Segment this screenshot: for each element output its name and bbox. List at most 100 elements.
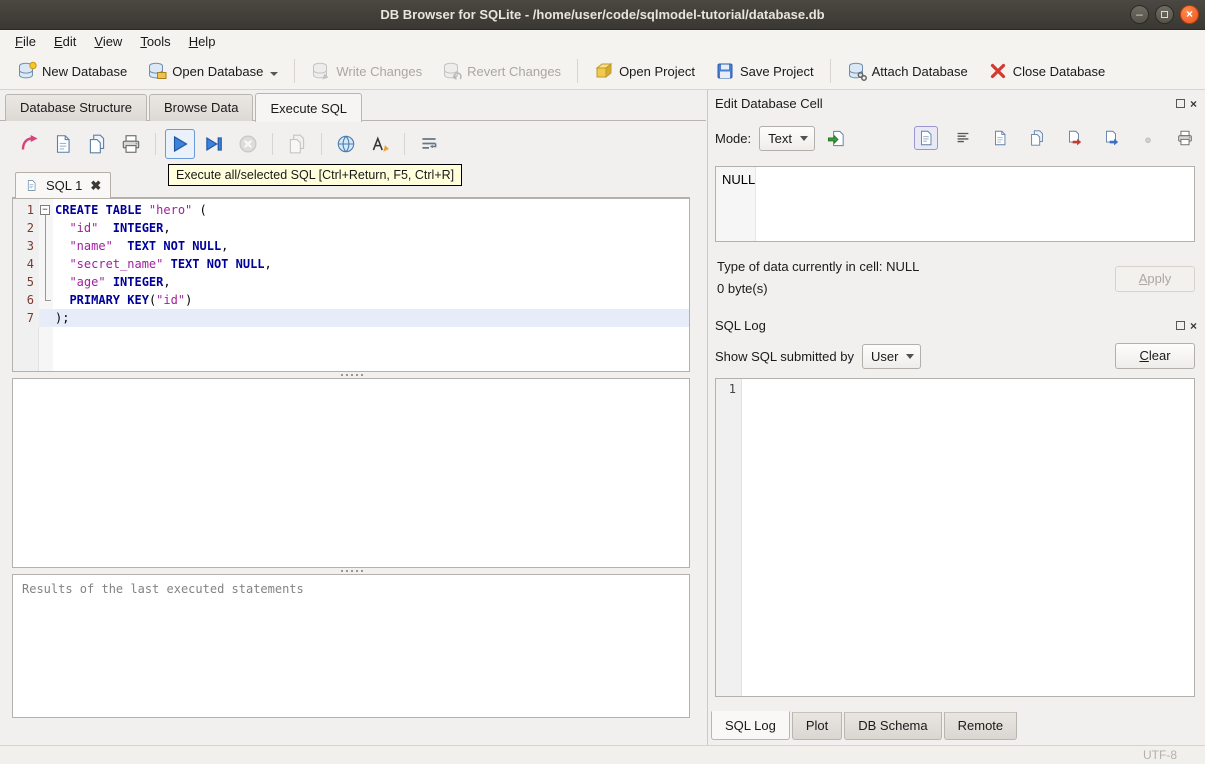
toolbar-separator bbox=[404, 133, 405, 155]
editor-line-2[interactable]: 2 "id" INTEGER, bbox=[13, 218, 689, 238]
write-changes-icon bbox=[311, 61, 331, 81]
menu-edit[interactable]: Edit bbox=[45, 31, 85, 52]
execute-all-button[interactable] bbox=[165, 129, 195, 159]
editor-line-3[interactable]: 3 "name" TEXT NOT NULL, bbox=[13, 236, 689, 256]
save-project-button[interactable]: Save Project bbox=[706, 56, 823, 86]
execute-current-line-button[interactable] bbox=[199, 129, 229, 159]
save-sql-file-as-button[interactable] bbox=[82, 129, 112, 159]
dock-close-icon[interactable]: × bbox=[1190, 320, 1197, 332]
dock-close-icon[interactable]: × bbox=[1190, 98, 1197, 110]
text-mode-icon bbox=[917, 129, 935, 147]
window-title: DB Browser for SQLite - /home/user/code/… bbox=[380, 7, 825, 22]
fold-guide bbox=[39, 309, 53, 327]
cell-type-info: Type of data currently in cell: NULL bbox=[717, 259, 920, 274]
dock-tab-db-schema[interactable]: DB Schema bbox=[844, 712, 942, 740]
tab-execute-sql[interactable]: Execute SQL bbox=[255, 93, 363, 122]
sql-tab-close-icon[interactable]: ✖ bbox=[90, 179, 101, 192]
editor-line-5[interactable]: 5 "age" INTEGER, bbox=[13, 272, 689, 292]
cell-size-info: 0 byte(s) bbox=[717, 281, 768, 296]
results-placeholder: Results of the last executed statements bbox=[22, 582, 304, 596]
sql-log-header: SQL Log × bbox=[715, 318, 1197, 333]
save-results-button bbox=[282, 129, 312, 159]
editor-line-4[interactable]: 4 "secret_name" TEXT NOT NULL, bbox=[13, 254, 689, 274]
sql-log-title: SQL Log bbox=[715, 318, 766, 333]
cell-editor[interactable]: NULL bbox=[715, 166, 1195, 242]
submitter-value: User bbox=[870, 348, 899, 364]
save-sql-file-icon bbox=[52, 133, 74, 155]
tab-database-structure[interactable]: Database Structure bbox=[5, 94, 148, 121]
import-data-button[interactable] bbox=[823, 125, 850, 152]
editor-line-6[interactable]: 6 PRIMARY KEY("id") bbox=[13, 290, 689, 309]
menu-tools[interactable]: Tools bbox=[131, 31, 179, 52]
line-number: 2 bbox=[13, 219, 39, 237]
toolbar-separator bbox=[155, 133, 156, 155]
execute-tooltip: Execute all/selected SQL [Ctrl+Return, F… bbox=[168, 164, 463, 186]
auto-format-button[interactable] bbox=[365, 129, 395, 159]
mode-select[interactable]: Text bbox=[759, 125, 815, 151]
fold-guide bbox=[39, 272, 53, 292]
find-replace-button[interactable] bbox=[331, 129, 361, 159]
dock-float-icon[interactable] bbox=[1175, 99, 1185, 108]
open-sql-file-button[interactable] bbox=[14, 129, 44, 159]
menu-help[interactable]: Help bbox=[180, 31, 225, 52]
print-cell-button[interactable] bbox=[1173, 126, 1197, 150]
submitter-select[interactable]: User bbox=[861, 343, 922, 369]
fold-collapse-icon[interactable]: − bbox=[39, 201, 53, 221]
dock-tab-sql-log[interactable]: SQL Log bbox=[711, 711, 790, 740]
code-text: "age" INTEGER, bbox=[69, 275, 171, 289]
dock-tab-remote[interactable]: Remote bbox=[943, 712, 1018, 740]
word-wrap-button[interactable] bbox=[414, 129, 444, 159]
import-cell-button[interactable] bbox=[1099, 126, 1123, 150]
results-grid bbox=[12, 378, 690, 568]
write-changes-label: Write Changes bbox=[336, 63, 423, 79]
attach-database-button[interactable]: Attach Database bbox=[838, 56, 977, 86]
filter-label: Show SQL submitted by bbox=[715, 348, 854, 364]
line-number: 4 bbox=[13, 255, 39, 273]
duplicate-cell-button[interactable] bbox=[1025, 126, 1049, 150]
tab-browse-data[interactable]: Browse Data bbox=[149, 94, 254, 121]
chevron-down-icon bbox=[799, 135, 808, 141]
code-text: PRIMARY KEY("id") bbox=[69, 293, 193, 307]
revert-changes-button: Revert Changes bbox=[433, 56, 570, 86]
dock-float-icon[interactable] bbox=[1175, 321, 1185, 330]
copy-cell-button[interactable] bbox=[988, 126, 1012, 150]
open-project-label: Open Project bbox=[619, 63, 695, 79]
auto-format-icon bbox=[369, 133, 391, 155]
editor-line-1[interactable]: 1− CREATE TABLE "hero" ( bbox=[13, 201, 689, 221]
import-data-icon bbox=[827, 129, 846, 148]
sql-editor[interactable]: 1− CREATE TABLE "hero" (2 "id" INTEGER, 3 … bbox=[12, 198, 690, 372]
set-null-button bbox=[1136, 126, 1160, 150]
save-sql-file-button[interactable] bbox=[48, 129, 78, 159]
edit-cell-title: Edit Database Cell bbox=[715, 96, 823, 111]
maximize-button[interactable] bbox=[1155, 5, 1174, 24]
attach-database-label: Attach Database bbox=[871, 63, 968, 79]
fold-minus-box[interactable]: − bbox=[40, 205, 50, 215]
sql-tab[interactable]: SQL 1 ✖ bbox=[15, 172, 112, 198]
close-database-button[interactable]: Close Database bbox=[979, 56, 1115, 86]
dock-tab-bar: SQL Log Plot DB Schema Remote bbox=[711, 711, 1019, 741]
sql-log-view[interactable]: 1 bbox=[715, 378, 1195, 697]
editor-line-7[interactable]: 7); bbox=[13, 309, 689, 327]
editor-lines: 1− CREATE TABLE "hero" (2 "id" INTEGER, 3 … bbox=[13, 199, 689, 327]
export-cell-button[interactable] bbox=[1062, 126, 1086, 150]
clear-log-button[interactable]: Clear bbox=[1115, 343, 1195, 369]
dock-tab-plot[interactable]: Plot bbox=[791, 712, 843, 740]
cell-word-wrap-button[interactable] bbox=[951, 126, 975, 150]
duplicate-cell-icon bbox=[1028, 129, 1046, 147]
save-project-icon bbox=[715, 61, 735, 81]
apply-button: Apply bbox=[1115, 266, 1195, 292]
execute-current-line-icon bbox=[203, 133, 225, 155]
open-database-button[interactable]: Open Database bbox=[138, 56, 287, 86]
menu-file[interactable]: File bbox=[6, 31, 45, 52]
open-project-button[interactable]: Open Project bbox=[585, 56, 704, 86]
dropdown-caret-icon[interactable] bbox=[270, 72, 279, 76]
titlebar: DB Browser for SQLite - /home/user/code/… bbox=[0, 0, 1205, 30]
fold-guide bbox=[39, 290, 53, 309]
new-database-button[interactable]: New Database bbox=[8, 56, 136, 86]
close-button[interactable]: × bbox=[1180, 5, 1199, 24]
print-sql-button[interactable] bbox=[116, 129, 146, 159]
minimize-button[interactable]: – bbox=[1130, 5, 1149, 24]
text-mode-button[interactable] bbox=[914, 126, 938, 150]
menu-view[interactable]: View bbox=[85, 31, 131, 52]
save-sql-file-as-icon bbox=[86, 133, 108, 155]
